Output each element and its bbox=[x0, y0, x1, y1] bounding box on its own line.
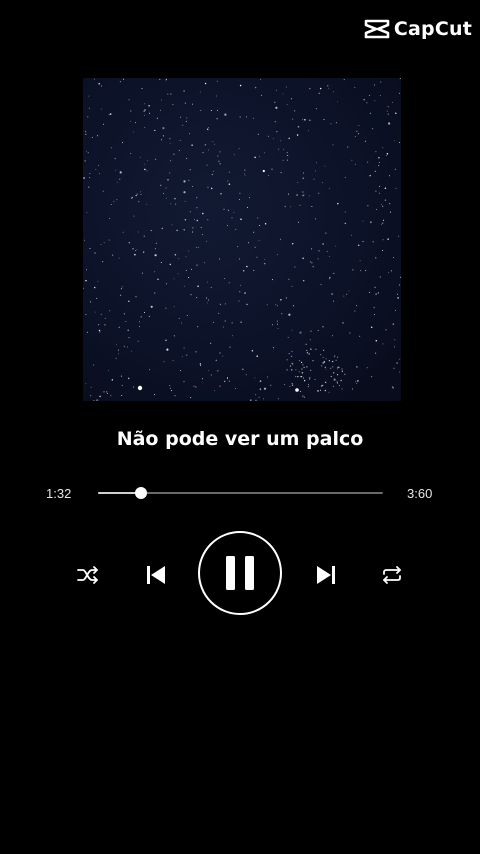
capcut-watermark: CapCut bbox=[364, 18, 472, 40]
skip-previous-icon bbox=[145, 563, 167, 587]
total-time: 3:60 bbox=[407, 486, 433, 501]
shuffle-icon bbox=[76, 565, 100, 585]
previous-button[interactable] bbox=[142, 560, 170, 590]
pause-button[interactable] bbox=[198, 531, 282, 615]
album-cover bbox=[83, 78, 401, 401]
next-button[interactable] bbox=[312, 560, 340, 590]
capcut-brand-text: CapCut bbox=[393, 18, 472, 40]
song-title: Não pode ver um palco bbox=[116, 428, 364, 450]
repeat-icon bbox=[380, 565, 404, 585]
pause-icon bbox=[223, 555, 257, 591]
elapsed-time: 1:32 bbox=[46, 486, 72, 501]
capcut-logo-icon bbox=[364, 18, 390, 40]
repeat-button[interactable] bbox=[378, 562, 406, 588]
skip-next-icon bbox=[315, 563, 337, 587]
progress-slider[interactable] bbox=[98, 487, 383, 499]
music-player-screen: CapCut Não pode ver um palco 1:32 3:60 bbox=[0, 0, 480, 854]
progress-thumb[interactable] bbox=[134, 487, 147, 499]
shuffle-button[interactable] bbox=[74, 562, 102, 588]
